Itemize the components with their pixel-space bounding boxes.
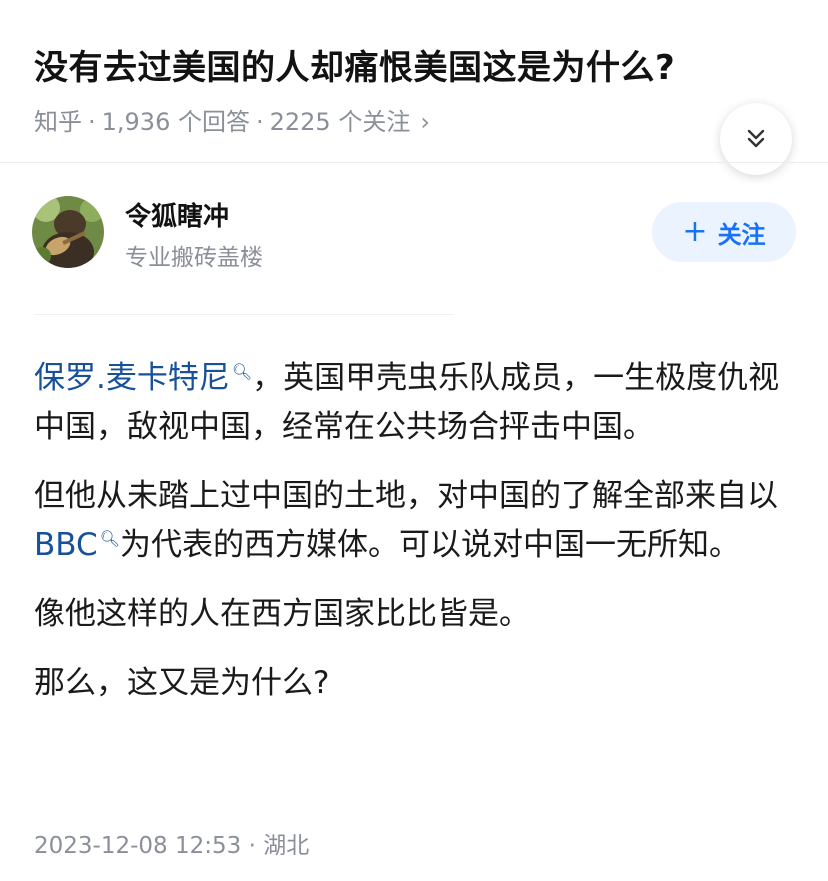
answer-datetime: 2023-12-08 12:53 bbox=[34, 833, 242, 859]
paragraph-text: 但他从未踏上过中国的土地，对中国的了解全部来自以 bbox=[34, 478, 778, 514]
source-label: 知乎 bbox=[34, 108, 82, 136]
author-avatar[interactable] bbox=[32, 196, 104, 268]
person-link[interactable]: 保罗.麦卡特尼 bbox=[34, 360, 230, 396]
plus-icon: + bbox=[682, 214, 708, 249]
author-name[interactable]: 令狐瞎冲 bbox=[125, 196, 229, 233]
zhihu-answer-page: 没有去过美国的人却痛恨美国这是为什么? 知乎 · 1,936 个回答 · 2225 个关… bbox=[0, 0, 828, 881]
followers-count: 2225 个关注 bbox=[269, 108, 411, 136]
follow-button[interactable]: + 关注 bbox=[652, 202, 796, 262]
chevron-right-icon: › bbox=[420, 108, 430, 136]
meta-separator: · bbox=[88, 108, 96, 136]
meta-separator: · bbox=[255, 108, 264, 136]
answer-content: 保罗.麦卡特尼 🔍︎，英国甲壳虫乐队成员，一生极度仇视中国，敌视中国，经常在公共场… bbox=[34, 354, 804, 728]
answer-paragraph: 像他这样的人在西方国家比比皆是。 bbox=[34, 596, 530, 632]
paragraph-text: 为代表的西方媒体。可以说对中国一无所知。 bbox=[119, 527, 740, 563]
search-mini-icon[interactable]: 🔍︎ bbox=[100, 530, 120, 547]
answer-paragraph: 但他从未踏上过中国的土地，对中国的了解全部来自以 BBC 🔍︎为代表的西方媒体。可以… bbox=[34, 472, 804, 570]
follow-label: 关注 bbox=[717, 220, 766, 249]
question-meta[interactable]: 知乎 · 1,936 个回答 · 2225 个关注 › bbox=[34, 102, 430, 137]
answer-paragraph: 保罗.麦卡特尼 🔍︎，英国甲壳虫乐队成员，一生极度仇视中国，敌视中国，经常在公共场… bbox=[34, 354, 804, 452]
question-title[interactable]: 没有去过美国的人却痛恨美国这是为什么? bbox=[34, 40, 675, 89]
content-divider bbox=[34, 314, 454, 315]
collapse-button[interactable] bbox=[720, 103, 792, 175]
bbc-link[interactable]: BBC bbox=[34, 527, 98, 563]
double-chevron-down-icon bbox=[747, 129, 765, 148]
answer-location: 湖北 bbox=[263, 833, 310, 859]
answer-footer: 2023-12-08 12:53 · 湖北 bbox=[34, 826, 309, 860]
header-divider bbox=[0, 162, 828, 163]
author-bio: 专业搬砖盖楼 bbox=[125, 245, 263, 271]
search-mini-icon[interactable]: 🔍︎ bbox=[232, 363, 252, 380]
answers-count: 1,936 个回答 bbox=[101, 108, 250, 136]
answer-paragraph: 那么，这又是为什么? bbox=[34, 665, 330, 701]
footer-separator: · bbox=[248, 833, 256, 859]
avatar-image bbox=[32, 196, 104, 268]
